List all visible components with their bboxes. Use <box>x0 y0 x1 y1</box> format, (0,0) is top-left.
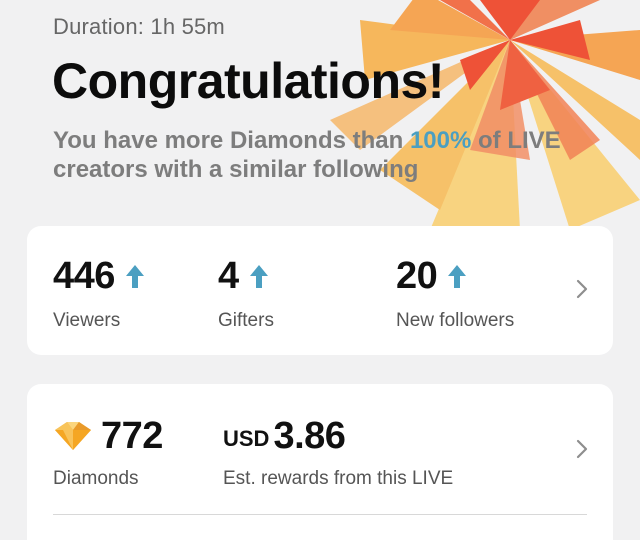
gifters-stat: 4 Gifters <box>218 254 274 332</box>
estimated-rewards-amount: 3.86 <box>273 414 346 457</box>
new-followers-label: New followers <box>396 310 515 331</box>
ranking-percentile: 100% <box>409 127 472 154</box>
rewards-card[interactable]: 772 Diamonds USD 3.86 Est. rewards from … <box>27 384 613 540</box>
viewers-count: 446 <box>53 254 115 297</box>
page-title: Congratulations! <box>52 53 444 109</box>
diamonds-count: 772 <box>101 414 163 457</box>
chevron-right-icon[interactable] <box>575 438 589 460</box>
diamond-icon <box>55 422 91 450</box>
gifters-count: 4 <box>218 254 239 297</box>
viewers-label: Viewers <box>53 310 121 331</box>
live-summary-page: Duration: 1h 55m Congratulations! You ha… <box>0 0 640 540</box>
chevron-right-icon[interactable] <box>575 278 589 300</box>
new-followers-stat: 20 New followers <box>396 254 515 332</box>
arrow-up-icon <box>448 265 467 288</box>
estimated-rewards-label: Est. rewards from this LIVE <box>223 468 454 489</box>
currency-code: USD <box>223 426 270 451</box>
engagement-stats-card[interactable]: 446 Viewers 4 Gifters 20 New followers <box>27 226 613 355</box>
stream-duration: Duration: 1h 55m <box>53 14 225 39</box>
viewers-stat: 446 Viewers <box>53 254 145 332</box>
ranking-message: You have more Diamonds than 100% of LIVE… <box>53 126 613 184</box>
celebration-burst-graphic <box>330 0 640 230</box>
diamonds-label: Diamonds <box>53 468 139 489</box>
diamonds-stat: 772 Diamonds <box>53 414 163 490</box>
new-followers-count: 20 <box>396 254 438 297</box>
ranking-message-start: You have more Diamonds than <box>53 127 410 154</box>
estimated-rewards-stat: USD 3.86 Est. rewards from this LIVE <box>223 414 453 490</box>
arrow-up-icon <box>125 265 144 288</box>
arrow-up-icon <box>249 265 268 288</box>
gifters-label: Gifters <box>218 310 274 331</box>
divider <box>53 514 587 515</box>
